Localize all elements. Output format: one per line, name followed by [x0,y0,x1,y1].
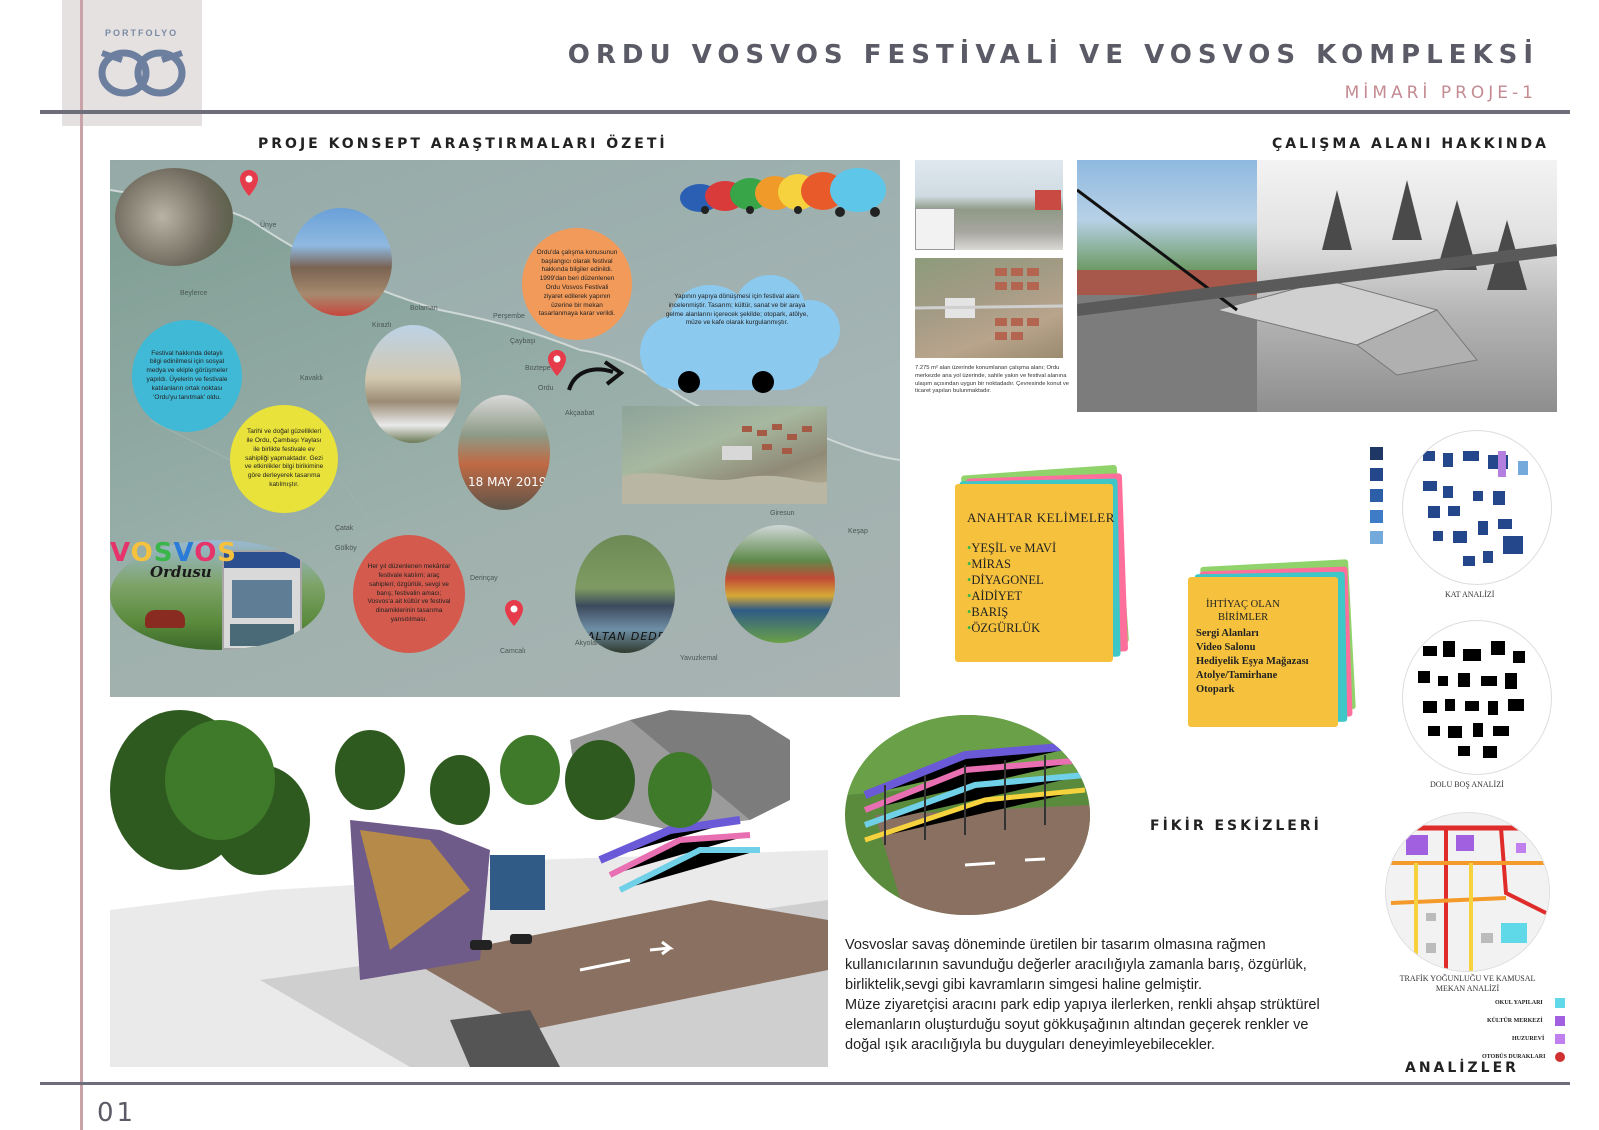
satellite-photo [915,258,1063,358]
analyses-heading: ANALİZLER [1405,1060,1519,1076]
needs-item: Otopark [1196,684,1235,695]
description-paragraph-1: Vosvoslar savaş döneminde üretilen bir t… [845,937,1307,993]
concept-map-panel: Ünye Beylerce Bolaman Kirazlı Perşembe Ç… [110,160,900,697]
sketch-detail-circle [845,715,1090,915]
keyword-item: MİRAS [971,557,1011,571]
festival-crowd-photo: 18 MAY 2019 [458,395,550,510]
floor-legend-swatch [1370,510,1383,523]
map-label: Çaybaşı [510,338,536,345]
location-pin-icon [548,350,566,376]
map-label: Çatak [335,525,354,532]
floor-legend-swatch [1370,531,1383,544]
traffic-analysis-label: TRAFİK YOĞUNLUĞU VE KAMUSAL MEKAN ANALİZ… [1399,974,1536,993]
project-description: Vosvoslar savaş döneminde üretilen bir t… [845,935,1345,1055]
study-area-heading: ÇALIŞMA ALANI HAKKINDA [1272,136,1549,152]
legend-label: OKUL YAPILARI [1495,1000,1543,1006]
main-sketch-render [110,710,828,1067]
needs-item: Hediyelik Eşya Mağazası [1196,656,1309,667]
solid-void-analysis-map [1402,620,1552,775]
altan-dede-photo: ALTAN DEDE [575,535,675,653]
floor-analysis-label: KAT ANALİZİ [1445,590,1495,599]
page-title: ORDU VOSVOS FESTİVALİ VE VOSVOS KOMPLEKS… [567,40,1539,70]
map-label: Yavuzkemal [680,655,718,662]
floor-legend-swatch [1370,447,1383,460]
altan-dede-label: ALTAN DEDE [587,630,666,643]
needs-item: Video Salonu [1196,642,1256,653]
needs-item: Sergi Alanları [1196,628,1259,639]
church-photo [365,325,461,443]
info-bubble-yellow: Tarihi ve doğal güzellikleri ile Ordu, Ç… [230,405,338,513]
legend-swatch [1555,998,1565,1008]
street-view-photo [915,160,1063,250]
festival-date-label: 18 MAY 2019 [468,475,547,489]
map-label: Beylerce [180,290,208,297]
map-label: Ordu [538,385,554,392]
map-label: Keşap [848,528,868,535]
map-label: Akçaabat [565,410,595,417]
map-label: Bolaman [410,305,438,312]
frame-bottom-line [40,1082,1570,1085]
colorful-cars-photo [725,525,835,643]
info-bubble-orange: Ordu'da çalışma konusunun başlangıcı ola… [522,228,632,340]
study-area-caption: 7.275 m² alan üzerinde konumlanan çalışm… [915,365,1070,395]
festival-cars-photo [115,168,233,266]
info-bubble-blue: Festival hakkında detaylı bilgi edinilme… [132,320,242,432]
vosvos-logo-subtext: Ordusu [150,563,212,581]
keyword-item: AİDİYET [971,589,1023,603]
concept-heading: PROJE KONSEPT ARAŞTIRMALARI ÖZETİ [258,136,668,152]
cloud-car-text: Yapının yapıya dönüşmesi için festival a… [665,293,809,327]
historic-house-photo [290,208,392,316]
location-pin-icon [240,170,258,196]
keyword-item: BARIŞ [971,605,1009,619]
legend-swatch [1555,1016,1565,1026]
keyword-item: YEŞİL ve MAVİ [971,541,1057,555]
logo-text: PORTFOLYO [105,28,179,38]
beetle-cars-banner [680,168,886,217]
aerial-site-photo [622,406,827,504]
needs-title-line2: BİRİMLER [1218,612,1269,623]
curved-arrow-icon [567,360,625,391]
frame-top-line [40,110,1570,114]
legend-swatch [1555,1052,1565,1062]
page-subtitle: MİMARİ PROJE-1 [1344,83,1537,103]
keywords-sticky-notes: ANAHTAR KELİMELER •YEŞİL ve MAVİ •MİRAS … [955,464,1135,670]
map-label: Ünye [260,222,277,229]
needs-item: Atolye/Tamirhane [1196,670,1278,681]
map-label: Perşembe [493,313,525,320]
legend-swatch [1555,1034,1565,1044]
traffic-analysis-map [1385,812,1550,972]
page-number: 01 [97,1098,137,1128]
site-render-3d [1077,160,1557,412]
sketches-heading: FİKİR ESKİZLERİ [1150,818,1322,834]
info-bubble-red: Her yıl düzenlenen mekânlar festivale ka… [353,535,465,653]
keywords-title: ANAHTAR KELİMELER [967,510,1115,525]
solid-void-analysis-label: DOLU BOŞ ANALİZİ [1430,780,1504,789]
owl-logo-icon [98,49,186,97]
floor-legend-swatch [1370,468,1383,481]
map-label: Derinçay [470,575,498,582]
description-paragraph-2: Müze ziyaretçisi aracını park edip yapıy… [845,997,1320,1053]
needs-title-line1: İHTİYAÇ OLAN [1206,599,1280,610]
floor-legend-swatch [1370,489,1383,502]
map-label: Kavaklı [300,375,323,382]
location-pin-icon [505,600,523,626]
cloud-car-bubble: Yapının yapıya dönüşmesi için festival a… [640,275,840,400]
needs-list: Sergi Alanları Video Salonu Hediyelik Eş… [1196,627,1309,697]
frame-vertical-line [80,0,83,1130]
needs-sticky-notes: İHTİYAÇ OLAN BİRİMLER Sergi Alanları Vid… [1188,559,1363,738]
map-label: Camcalı [500,648,526,655]
map-label: Gölköy [335,545,357,552]
floor-analysis-map [1402,430,1552,585]
map-label: Boztepe [525,365,551,372]
map-label: Giresun [770,510,795,517]
keyword-item: ÖZGÜRLÜK [971,621,1041,635]
car-illustration [145,610,185,628]
legend-label: HUZUREVİ [1512,1036,1545,1042]
keywords-list: •YEŞİL ve MAVİ •MİRAS •DİYAGONEL •AİDİYE… [967,541,1057,635]
legend-label: KÜLTÜR MERKEZİ [1487,1018,1543,1024]
keyword-item: DİYAGONEL [971,573,1044,587]
map-label: Kirazlı [372,322,392,329]
